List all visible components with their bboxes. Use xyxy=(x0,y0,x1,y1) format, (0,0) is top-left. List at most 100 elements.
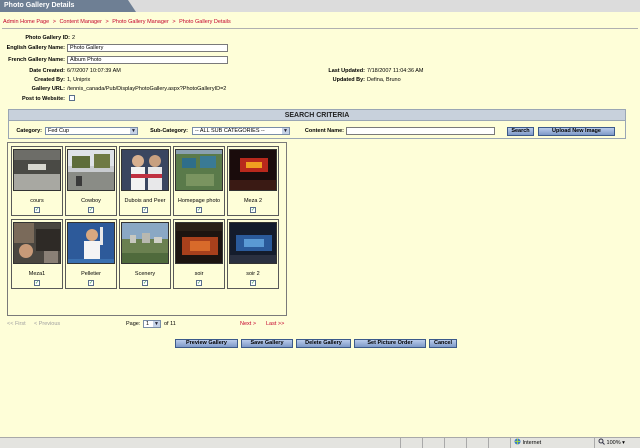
breadcrumb-separator: > xyxy=(105,19,109,25)
night-arena-image xyxy=(176,223,222,263)
gallery-item-checkbox[interactable]: ✓ xyxy=(142,280,148,286)
outdoor-event-image xyxy=(68,150,114,190)
updated-by-value: Defina, Bruno xyxy=(367,77,401,83)
status-segment xyxy=(444,438,466,448)
gallery-item-checkbox[interactable]: ✓ xyxy=(88,207,94,213)
gallery-item-checkbox[interactable]: ✓ xyxy=(196,207,202,213)
subcategory-selected-value: -- ALL SUB CATEGORIES -- xyxy=(195,128,265,134)
last-updated-label: Last Updated: xyxy=(328,68,365,74)
pager-previous-link[interactable]: < Previous xyxy=(34,321,60,327)
gallery-tile[interactable]: Meza 2 ✓ xyxy=(227,146,279,216)
gallery-item-name: Cowboy xyxy=(81,198,101,204)
gallery-item-checkbox[interactable]: ✓ xyxy=(250,280,256,286)
pager-first-link[interactable]: << First xyxy=(7,321,26,327)
category-label: Category: xyxy=(16,128,42,134)
aerial-courts-image xyxy=(176,150,222,190)
gallery-id-value: 2 xyxy=(72,35,76,41)
pager-total-pages: of 11 xyxy=(164,321,176,327)
security-zone[interactable]: Internet xyxy=(510,438,594,448)
gallery-tile[interactable]: Homepage photo ✓ xyxy=(173,146,225,216)
check-icon: ✓ xyxy=(35,280,40,286)
gallery-item-checkbox[interactable]: ✓ xyxy=(196,280,202,286)
breadcrumb-photo-gallery-details[interactable]: Photo Gallery Details xyxy=(179,19,231,25)
gallery-tile[interactable]: Pelletier ✓ xyxy=(65,219,117,289)
gallery-tile[interactable]: soir 2 ✓ xyxy=(227,219,279,289)
post-to-website-checkbox[interactable] xyxy=(69,95,75,101)
category-select[interactable]: Fed Cup ▼ xyxy=(45,127,138,135)
cancel-button[interactable]: Cancel xyxy=(429,339,457,348)
gallery-item-checkbox[interactable]: ✓ xyxy=(34,207,40,213)
status-segment xyxy=(400,438,422,448)
gallery-url-label: Gallery URL: xyxy=(31,86,65,92)
check-icon: ✓ xyxy=(251,280,256,286)
french-name-input[interactable] xyxy=(67,56,228,64)
subcategory-select[interactable]: -- ALL SUB CATEGORIES -- ▼ xyxy=(192,127,290,135)
pager-page-label: Page: xyxy=(126,321,141,327)
thumbnail-image[interactable] xyxy=(229,222,277,264)
gallery-url-value: /tennis_canada/Pub/DisplayPhotoGallery.a… xyxy=(67,86,227,92)
gallery-tile[interactable]: Cowboy ✓ xyxy=(65,146,117,216)
gallery-tile[interactable]: soir ✓ xyxy=(173,219,225,289)
thumbnail-image[interactable] xyxy=(67,149,115,191)
thumbnail-image[interactable] xyxy=(229,149,277,191)
thumbnail-image[interactable] xyxy=(13,149,61,191)
pager-next-link[interactable]: Next > xyxy=(240,321,256,327)
thumbnail-image[interactable] xyxy=(13,222,61,264)
page-selected-value: 1 xyxy=(146,321,150,327)
thumbnail-image[interactable] xyxy=(175,222,223,264)
gallery-item-name: cours xyxy=(30,198,44,204)
breadcrumb-separator: > xyxy=(172,19,176,25)
gallery-tile[interactable]: Dubois and Peer ✓ xyxy=(119,146,171,216)
set-picture-order-button[interactable]: Set Picture Order xyxy=(354,339,426,348)
gallery-item-name: Pelletier xyxy=(81,271,101,277)
gallery-item-checkbox[interactable]: ✓ xyxy=(142,207,148,213)
breadcrumb-content-manager[interactable]: Content Manager xyxy=(59,19,102,25)
two-players-image xyxy=(122,150,168,190)
gallery-grid: cours ✓ Cowboy ✓ Dubois and Peer ✓ Homep… xyxy=(7,142,287,316)
gallery-tile[interactable]: cours ✓ xyxy=(11,146,63,216)
pager-last-link[interactable]: Last >> xyxy=(266,321,284,327)
breadcrumb-separator: > xyxy=(52,19,56,25)
post-to-website-label: Post to Website: xyxy=(22,96,65,102)
delete-gallery-button[interactable]: Delete Gallery xyxy=(296,339,351,348)
arena-blue-image xyxy=(230,223,276,263)
english-name-input[interactable] xyxy=(67,44,228,52)
thumbnail-image[interactable] xyxy=(121,149,169,191)
gallery-item-checkbox[interactable]: ✓ xyxy=(34,280,40,286)
french-name-label: French Gallery Name: xyxy=(8,57,65,63)
check-icon: ✓ xyxy=(143,207,148,213)
chevron-down-icon: ▾ xyxy=(622,440,625,446)
chevron-down-icon: ▼ xyxy=(153,321,160,327)
thumbnail-image[interactable] xyxy=(121,222,169,264)
zoom-level: 100% xyxy=(606,440,621,446)
preview-gallery-button[interactable]: Preview Gallery xyxy=(175,339,238,348)
check-icon: ✓ xyxy=(35,207,40,213)
gallery-item-checkbox[interactable]: ✓ xyxy=(88,280,94,286)
search-button[interactable]: Search xyxy=(507,127,534,136)
gallery-item-name: Meza1 xyxy=(28,271,46,277)
thumbnail-image[interactable] xyxy=(175,149,223,191)
upload-new-image-button[interactable]: Upload New Image xyxy=(538,127,615,136)
page-title: Photo Gallery Details xyxy=(0,0,136,12)
gallery-tile[interactable]: Scenery ✓ xyxy=(119,219,171,289)
night-concert-image xyxy=(230,150,276,190)
content-name-label: Content Name: xyxy=(304,128,344,134)
breadcrumb-photo-gallery-manager[interactable]: Photo Gallery Manager xyxy=(112,19,169,25)
page-select[interactable]: 1 ▼ xyxy=(143,320,161,328)
save-gallery-button[interactable]: Save Gallery xyxy=(241,339,293,348)
thumbnail-image[interactable] xyxy=(67,222,115,264)
zoom-control[interactable]: 100% ▾ xyxy=(594,438,640,448)
search-criteria-header: SEARCH CRITERIA xyxy=(9,110,625,121)
status-segment xyxy=(488,438,510,448)
gallery-tile[interactable]: Meza1 ✓ xyxy=(11,219,63,289)
gallery-item-checkbox[interactable]: ✓ xyxy=(250,207,256,213)
subcategory-label: Sub-Category: xyxy=(150,128,188,134)
breadcrumb-admin-home[interactable]: Admin Home Page xyxy=(3,19,49,25)
breadcrumb: Admin Home Page > Content Manager > Phot… xyxy=(3,19,231,25)
check-icon: ✓ xyxy=(89,207,94,213)
gallery-item-name: Scenery xyxy=(134,271,156,277)
gallery-id-label: Photo Gallery ID: xyxy=(25,35,70,41)
check-icon: ✓ xyxy=(89,280,94,286)
globe-icon xyxy=(514,438,521,445)
content-name-input[interactable] xyxy=(346,127,495,135)
